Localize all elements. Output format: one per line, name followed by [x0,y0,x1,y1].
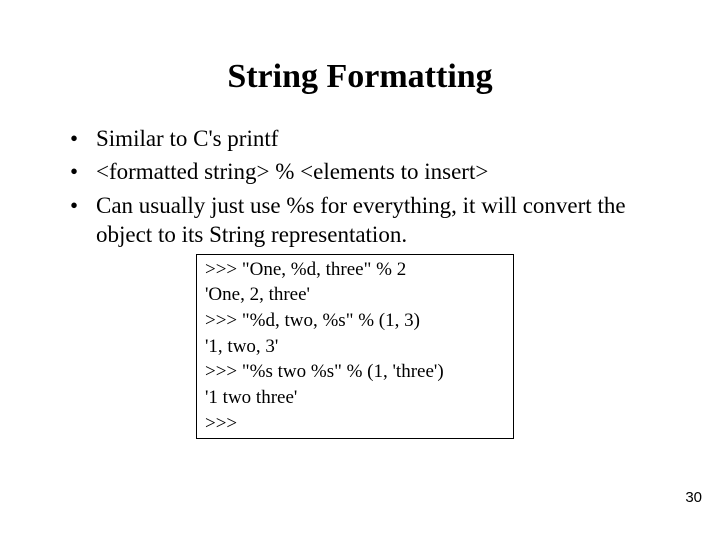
code-line: >>> "One, %d, three" % 2 [205,257,505,283]
slide-title: String Formatting [0,0,720,124]
slide: String Formatting Similar to C's printf … [0,0,720,540]
bullet-item: <formatted string> % <elements to insert… [70,157,660,186]
bullet-text: Similar to C's printf [96,126,278,151]
code-line: 'One, 2, three' [205,282,505,308]
bullet-item: Similar to C's printf [70,124,660,153]
code-example-box: >>> "One, %d, three" % 2 'One, 2, three'… [196,254,514,439]
bullet-list: Similar to C's printf <formatted string>… [0,124,720,250]
bullet-text: Can usually just use %s for everything, … [96,193,626,247]
code-line: '1 two three' [205,385,505,411]
code-line: >>> "%s two %s" % (1, 'three') [205,359,505,385]
code-line: '1, two, 3' [205,334,505,360]
code-line: >>> [205,411,505,437]
bullet-text: <formatted string> % <elements to insert… [96,159,488,184]
bullet-item: Can usually just use %s for everything, … [70,191,660,250]
code-line: >>> "%d, two, %s" % (1, 3) [205,308,505,334]
page-number: 30 [685,489,702,506]
